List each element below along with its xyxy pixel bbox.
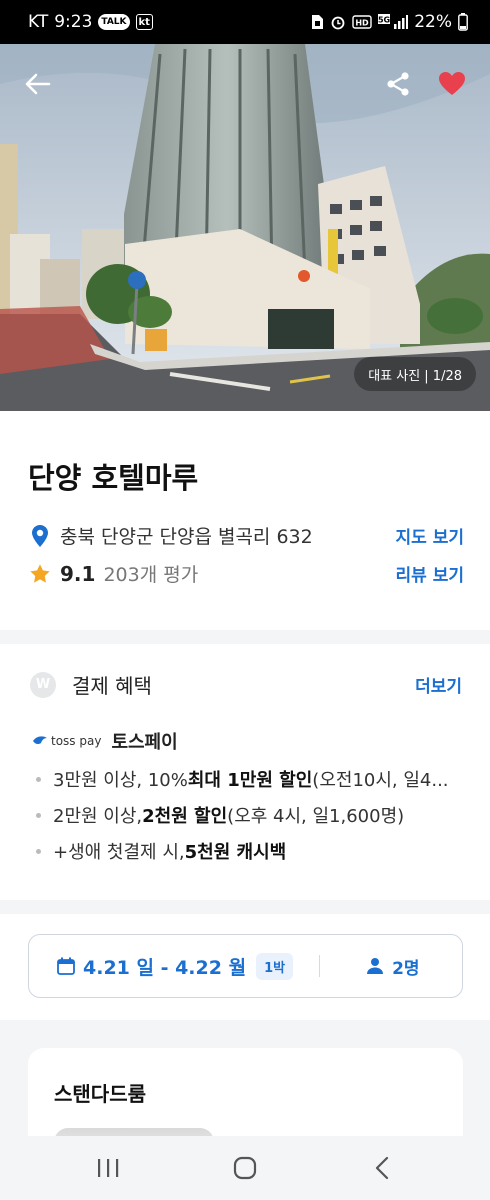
kakaotalk-icon: TALK bbox=[98, 14, 130, 30]
carrier-label: KT bbox=[28, 12, 49, 32]
review-count: 203개 평가 bbox=[103, 564, 199, 586]
benefit-detail: (오후 4시, 일1,600명) bbox=[227, 806, 405, 827]
calendar-icon bbox=[57, 957, 75, 975]
rating-score: 9.1 bbox=[60, 561, 96, 586]
benefit-item: 3만원 이상, 10% 최대 1만원 할인 (오전10시, 일4... bbox=[36, 766, 466, 792]
share-button[interactable] bbox=[380, 66, 416, 102]
svg-text:HD: HD bbox=[356, 19, 370, 28]
payment-benefits-header: W 결제 혜택 더보기 bbox=[30, 670, 462, 699]
section-divider bbox=[0, 630, 490, 644]
5g-signal-icon: 5G bbox=[378, 14, 409, 30]
w-badge-icon: W bbox=[30, 671, 56, 698]
battery-icon bbox=[458, 13, 468, 31]
rating-row: 9.1 203개 평가 리뷰 보기 bbox=[28, 560, 464, 587]
hotel-address: 충북 단양군 단양읍 별곡리 632 bbox=[60, 526, 313, 548]
arrow-left-icon bbox=[25, 73, 51, 95]
guest-count-label: 2명 bbox=[392, 958, 420, 979]
hotel-photo-illustration bbox=[0, 44, 490, 411]
back-nav-button[interactable] bbox=[352, 1146, 412, 1190]
map-view-link[interactable]: 지도 보기 bbox=[396, 523, 464, 548]
person-icon bbox=[367, 958, 384, 974]
nights-badge: 1박 bbox=[256, 952, 294, 980]
divider bbox=[319, 955, 321, 977]
payment-benefits-title: 결제 혜택 bbox=[72, 674, 152, 698]
kt-icon: kt bbox=[135, 14, 153, 30]
hd-icon: HD bbox=[352, 15, 372, 29]
address-row: 충북 단양군 단양읍 별곡리 632 지도 보기 bbox=[28, 522, 464, 549]
share-icon bbox=[387, 72, 409, 96]
back-button[interactable] bbox=[20, 66, 56, 102]
heart-icon bbox=[439, 72, 465, 95]
benefit-detail: (오전10시, 일4... bbox=[312, 770, 449, 791]
recent-apps-button[interactable] bbox=[78, 1146, 138, 1190]
home-button[interactable] bbox=[215, 1146, 275, 1190]
benefit-highlight: 최대 1만원 할인 bbox=[187, 770, 313, 791]
more-link[interactable]: 더보기 bbox=[415, 672, 462, 697]
benefit-text: 3만원 이상, 10% bbox=[53, 770, 188, 791]
home-icon bbox=[233, 1156, 257, 1180]
battery-percent: 22% bbox=[414, 12, 452, 32]
toss-logo-icon bbox=[33, 736, 47, 745]
section-divider bbox=[0, 900, 490, 914]
tosspay-name: 토스페이 bbox=[111, 732, 178, 753]
benefit-item: 2만원 이상, 2천원 할인 (오후 4시, 일1,600명) bbox=[36, 802, 466, 828]
star-icon bbox=[28, 561, 52, 587]
benefit-highlight: 2천원 할인 bbox=[142, 806, 228, 827]
photo-counter[interactable]: 대표 사진 | 1/28 bbox=[354, 357, 476, 391]
date-guest-selector[interactable]: 4.21 일 - 4.22 월 1박 2명 bbox=[28, 934, 463, 998]
sim-icon bbox=[310, 14, 324, 30]
guest-count[interactable]: 2명 bbox=[366, 954, 420, 979]
favorite-button[interactable] bbox=[434, 66, 470, 102]
tosspay-row: toss pay 토스페이 bbox=[32, 728, 178, 754]
benefit-highlight: 5천원 캐시백 bbox=[184, 842, 287, 863]
bullet-icon bbox=[36, 776, 41, 782]
room-title: 스탠다드룸 bbox=[54, 1082, 146, 1106]
bullet-icon bbox=[36, 848, 41, 854]
benefit-text: 2만원 이상, bbox=[53, 806, 143, 827]
svg-text:5G: 5G bbox=[378, 16, 390, 25]
alarm-icon bbox=[330, 14, 346, 30]
tosspay-logo: toss pay bbox=[32, 734, 101, 748]
chevron-left-icon bbox=[375, 1156, 388, 1180]
recent-apps-icon bbox=[98, 1159, 119, 1177]
hotel-photo[interactable]: 대표 사진 | 1/28 bbox=[0, 44, 490, 411]
status-bar: KT 9:23 TALK kt HD 5G 22% bbox=[0, 0, 490, 44]
bullet-icon bbox=[36, 812, 41, 818]
location-pin-icon bbox=[28, 523, 52, 549]
tosspay-logo-text: toss pay bbox=[51, 734, 102, 748]
system-navigation-bar bbox=[0, 1136, 490, 1200]
benefit-item: +생애 첫결제 시, 5천원 캐시백 bbox=[36, 838, 466, 864]
review-view-link[interactable]: 리뷰 보기 bbox=[396, 561, 464, 586]
status-time: 9:23 bbox=[54, 12, 93, 32]
hotel-name: 단양 호텔마루 bbox=[28, 461, 199, 495]
stay-dates[interactable]: 4.21 일 - 4.22 월 bbox=[83, 953, 246, 980]
benefit-text: +생애 첫결제 시, bbox=[53, 842, 185, 863]
